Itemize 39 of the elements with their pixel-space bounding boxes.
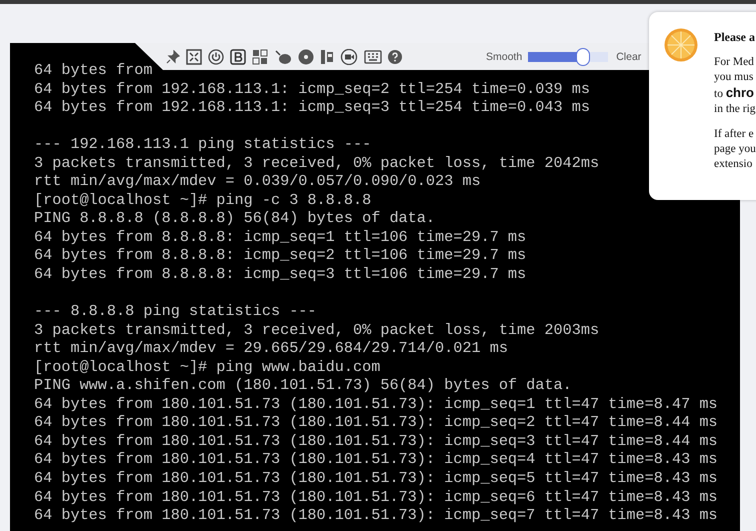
terminal-line: rtt min/avg/max/mdev = 0.039/0.057/0.090/0.023 ms <box>34 172 481 191</box>
terminal-line: rtt min/avg/max/mdev = 29.665/29.684/29.714/0.021 ms <box>34 339 508 358</box>
terminal-line: 64 bytes from 8.8.8.8: icmp_seq=3 ttl=106 time=29.7 ms <box>34 265 526 284</box>
terminal-line: 64 bytes from 180.101.51.73 (180.101.51.73): icmp_seq=3 ttl=47 time=8.44 ms <box>34 432 718 450</box>
clear-label: Clear <box>616 50 642 62</box>
terminal-line: [root@localhost ~]# ping www.baidu.com <box>34 358 380 376</box>
video-icon[interactable] <box>340 48 358 64</box>
terminal-line: 3 packets transmitted, 3 received, 0% packet loss, time 2042ms <box>34 154 600 172</box>
terminal-line: --- 8.8.8.8 ping statistics --- <box>34 302 317 321</box>
keyboard-icon[interactable] <box>364 50 382 64</box>
terminal-line: 64 bytes from 180.101.51.73 (180.101.51.73): icmp_seq=2 ttl=47 time=8.44 ms <box>34 413 718 432</box>
terminal-line: [root@localhost ~]# ping -c 3 8.8.8.8 <box>34 190 372 210</box>
slider-thumb[interactable] <box>576 48 590 66</box>
terminal-line: 64 bytes from 192.168.113.1: icmp_seq=2 ttl=254 time=0.039 ms <box>34 80 590 98</box>
popup-paragraph: If after e page you extensio <box>714 127 756 172</box>
pin-icon[interactable] <box>166 50 180 64</box>
terminal-line: PING www.a.shifen.com (180.101.51.73) 56(84) bytes of data. <box>34 376 572 395</box>
power-icon[interactable] <box>208 48 224 64</box>
device-icon[interactable] <box>320 48 334 64</box>
grid-icon[interactable] <box>252 48 268 64</box>
smooth-label: Smooth <box>486 50 522 62</box>
popup-title: Please a <box>714 30 756 45</box>
fullscreen-icon[interactable] <box>186 48 202 64</box>
terminal-line: 64 bytes from 180.101.51.73 (180.101.51.73): icmp_seq=4 ttl=47 time=8.43 ms <box>34 450 718 470</box>
terminal-line: --- 192.168.113.1 ping statistics --- <box>34 135 372 154</box>
terminal-line: 64 bytes from <box>34 61 152 80</box>
help-icon[interactable] <box>388 50 402 64</box>
terminal-line: PING 8.8.8.8 (8.8.8.8) 56(84) bytes of data. <box>34 209 436 228</box>
popup-paragraph: For Med you mus to chro in the rig <box>714 55 756 117</box>
citrus-slice-icon <box>664 28 698 62</box>
terminal-line: 64 bytes from 8.8.8.8: icmp_seq=2 ttl=106 time=29.7 ms <box>34 246 526 266</box>
terminal-line: 3 packets transmitted, 3 received, 0% packet loss, time 2003ms <box>34 320 600 340</box>
terminal-line: 64 bytes from 8.8.8.8: icmp_seq=1 ttl=106 time=29.7 ms <box>34 228 526 246</box>
terminal-line: 64 bytes from 180.101.51.73 (180.101.51.73): icmp_seq=1 ttl=47 time=8.47 ms <box>34 394 718 414</box>
disc-icon[interactable] <box>298 48 314 64</box>
terminal-line: 64 bytes from 180.101.51.73 (180.101.51.73): icmp_seq=7 ttl=47 time=8.43 ms <box>34 506 718 525</box>
terminal-line: 64 bytes from 180.101.51.73 (180.101.51.73): icmp_seq=5 ttl=47 time=8.43 ms <box>34 469 718 488</box>
terminal-line: 64 bytes from 180.101.51.73 (180.101.51.73): icmp_seq=6 ttl=47 time=8.43 ms <box>34 488 718 506</box>
terminal-line: 64 bytes from 192.168.113.1: icmp_seq=3 ttl=254 time=0.043 ms <box>34 98 590 117</box>
